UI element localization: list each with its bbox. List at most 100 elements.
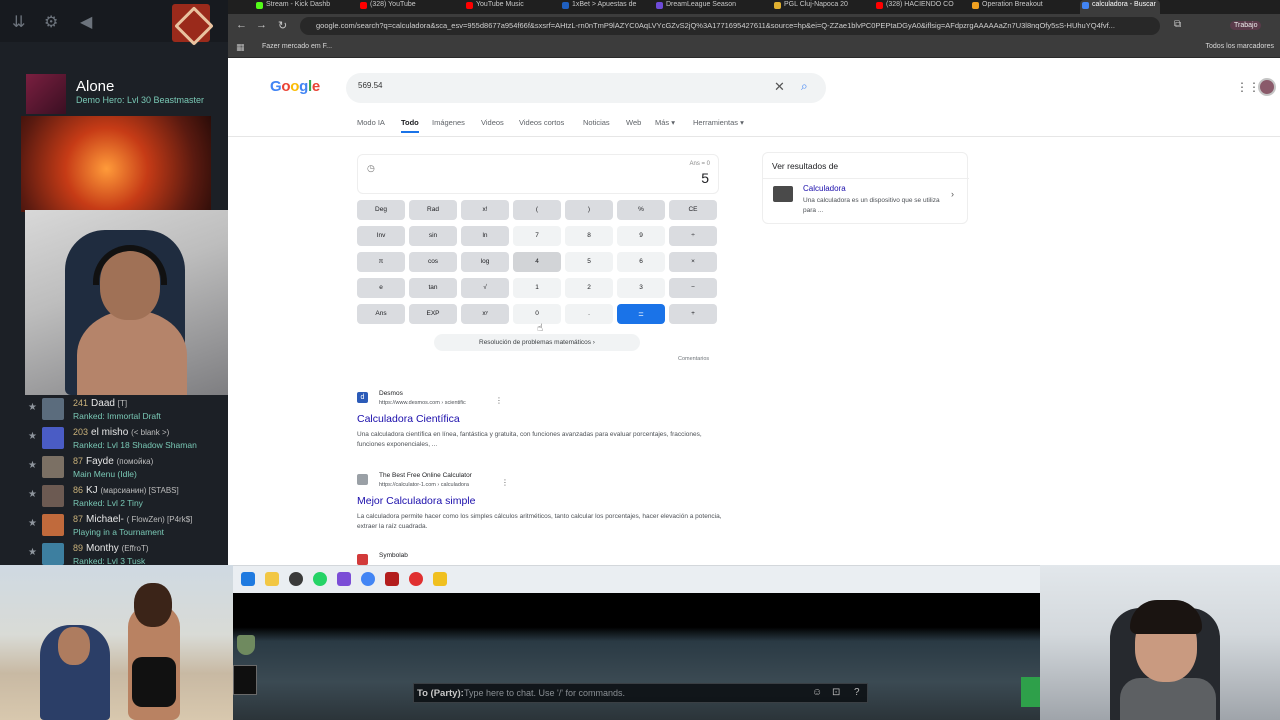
calc-key[interactable]: cos	[409, 252, 457, 272]
calc-key[interactable]: x!	[461, 200, 509, 220]
result-title[interactable]: Mejor Calculadora simple	[357, 495, 475, 507]
guild-emblem-icon[interactable]	[237, 635, 255, 655]
calc-key[interactable]: EXP	[409, 304, 457, 324]
result-title[interactable]: Calculadora Científica	[357, 413, 460, 425]
party-chat[interactable]: To (Party): Type here to chat. Use '/' f…	[413, 683, 868, 703]
calc-key[interactable]: ln	[461, 226, 509, 246]
feedback-link[interactable]: Comentarios	[678, 356, 709, 362]
star-icon[interactable]: ★	[28, 547, 37, 558]
knowledge-panel[interactable]: Ver resultados de Calculadora Una calcul…	[762, 152, 969, 224]
search-icon[interactable]: ⌕	[801, 79, 808, 94]
search-tab[interactable]: Noticias	[583, 118, 610, 127]
app-icon[interactable]	[433, 572, 447, 586]
browser-tab[interactable]: PGL Cluj-Napoca 20	[772, 0, 868, 14]
calc-key[interactable]: log	[461, 252, 509, 272]
chrome-icon[interactable]	[361, 572, 375, 586]
browser-tab[interactable]: calculadora - Buscar	[1080, 0, 1160, 14]
calc-key[interactable]: 8	[565, 226, 613, 246]
browser-tab[interactable]: YouTube Music	[464, 0, 554, 14]
emoji-icon[interactable]: ☺	[812, 687, 822, 698]
calc-key[interactable]: %	[617, 200, 665, 220]
browser-tab[interactable]: 1xBet > Apuestas de	[560, 0, 648, 14]
browser-tab[interactable]: DreamLeague Season	[654, 0, 766, 14]
dota-logo-icon[interactable]	[172, 4, 210, 42]
kp-title[interactable]: Calculadora	[803, 184, 846, 193]
reload-icon[interactable]: ↻	[278, 19, 287, 32]
all-bookmarks[interactable]: Todos los marcadores	[1206, 43, 1274, 50]
forward-icon[interactable]: →	[256, 19, 267, 31]
history-icon[interactable]: ◷	[367, 163, 375, 174]
calc-key[interactable]: =	[617, 304, 665, 324]
search-tab[interactable]: Más ▾	[655, 118, 675, 127]
app-icon[interactable]	[409, 572, 423, 586]
calc-key[interactable]: )	[565, 200, 613, 220]
profile-header[interactable]: Alone Demo Hero: Lvl 30 Beastmaster	[0, 66, 230, 114]
friend-item[interactable]: ★ 89 Monthy (EffroT) Ranked: Lvl 3 Tusk	[20, 541, 215, 565]
friend-item[interactable]: ★ 87 Fayde (помойка) Main Menu (Idle)	[20, 454, 215, 483]
back-icon[interactable]: ←	[236, 19, 247, 31]
bookmark-item[interactable]: Fazer mercado em F...	[262, 43, 332, 50]
search-tab[interactable]: Todo	[401, 118, 419, 133]
calc-key[interactable]: Deg	[357, 200, 405, 220]
google-logo[interactable]: Google	[270, 78, 320, 95]
google-apps-icon[interactable]: ⋮⋮	[1236, 80, 1260, 94]
calc-key[interactable]: (	[513, 200, 561, 220]
item-slot[interactable]	[233, 665, 257, 695]
calc-key[interactable]: 2	[565, 278, 613, 298]
calc-key[interactable]: −	[669, 278, 717, 298]
browser-tab[interactable]: Operation Breakout	[970, 0, 1074, 14]
friend-item[interactable]: ★ 87 Michael- ( FlowZen) [P4rk$] Playing in…	[20, 512, 215, 541]
search-tab[interactable]: Videos	[481, 118, 504, 127]
calc-key[interactable]: xʸ	[461, 304, 509, 324]
calc-key[interactable]: Inv	[357, 226, 405, 246]
chat-wheel-icon[interactable]: ⊡	[832, 687, 840, 698]
more-options-icon[interactable]: ⋮	[501, 478, 509, 487]
windows-start-icon[interactable]	[241, 572, 255, 586]
search-tab[interactable]: Herramientas ▾	[693, 118, 744, 127]
browser-tab[interactable]: (328) HACIENDO CO	[874, 0, 964, 14]
more-options-icon[interactable]: ⋮	[495, 396, 503, 405]
close-icon[interactable]: ✕	[774, 79, 785, 95]
browser-tab[interactable]: (328) YouTube	[358, 0, 458, 14]
result-url[interactable]: https://www.desmos.com › scientific	[379, 400, 466, 406]
calc-key[interactable]: 4	[513, 252, 561, 272]
browser-tab[interactable]: Stream - Kick Dashb	[254, 0, 352, 14]
file-explorer-icon[interactable]	[265, 572, 279, 586]
star-icon[interactable]: ★	[28, 489, 37, 500]
calc-key[interactable]: 6	[617, 252, 665, 272]
whatsapp-icon[interactable]	[313, 572, 327, 586]
star-icon[interactable]: ★	[28, 460, 37, 471]
result-site[interactable]: Desmos	[379, 390, 403, 397]
search-tab[interactable]: Web	[626, 118, 641, 127]
calc-key[interactable]: .	[565, 304, 613, 324]
result-site[interactable]: The Best Free Online Calculator	[379, 472, 472, 479]
calc-key[interactable]: ×	[669, 252, 717, 272]
search-box[interactable]: 569.54 ✕ ⌕	[346, 73, 826, 103]
math-solver-button[interactable]: Resolución de problemas matemáticos ›	[434, 334, 640, 351]
star-icon[interactable]: ★	[28, 518, 37, 529]
friend-item[interactable]: ★ 241 Daad [T] Ranked: Immortal Draft	[20, 396, 215, 425]
star-icon[interactable]: ★	[28, 431, 37, 442]
calc-key[interactable]: sin	[409, 226, 457, 246]
avatar[interactable]	[1258, 78, 1276, 96]
search-tab[interactable]: Modo IA	[357, 118, 385, 127]
steam-icon[interactable]	[289, 572, 303, 586]
calc-key[interactable]: tan	[409, 278, 457, 298]
profile-chip[interactable]: Trabajo	[1230, 21, 1262, 30]
dota-icon[interactable]	[385, 572, 399, 586]
calc-key[interactable]: 7	[513, 226, 561, 246]
download-icon[interactable]: ⇊	[12, 12, 25, 32]
calc-key[interactable]: √	[461, 278, 509, 298]
calc-key[interactable]: 9	[617, 226, 665, 246]
friend-item[interactable]: ★ 203 el misho (< blank >) Ranked: Lvl 18 S…	[20, 425, 215, 454]
gear-icon[interactable]: ⚙	[44, 12, 58, 32]
friend-item[interactable]: ★ 86 KJ (марсианин) [STABS] Ranked: Lvl 2 T…	[20, 483, 215, 512]
calc-key[interactable]: 3	[617, 278, 665, 298]
calc-key[interactable]: Rad	[409, 200, 457, 220]
back-icon[interactable]: ◀	[80, 12, 92, 32]
result-url[interactable]: https://calculator-1.com › calculadora	[379, 482, 469, 488]
help-icon[interactable]: ?	[854, 687, 860, 698]
discord-icon[interactable]	[337, 572, 351, 586]
calc-key[interactable]: π	[357, 252, 405, 272]
calc-key[interactable]: CE	[669, 200, 717, 220]
